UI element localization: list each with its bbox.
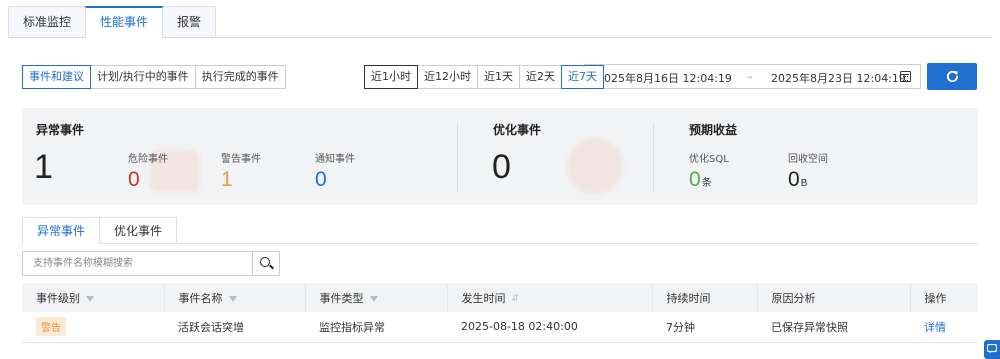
events-table: 事件级别 事件名称 事件类型 发生时间 ⇵ 持续时间 原因分析 操作 警告 活跃会… <box>22 283 978 343</box>
date-end[interactable]: 2025年8月23日 12:04:19 <box>771 70 906 86</box>
col-action: 操作 <box>910 283 978 312</box>
tab-standard-monitor[interactable]: 标准监控 <box>8 6 87 38</box>
col-occur-time[interactable]: 发生时间 ⇵ <box>447 283 653 312</box>
event-tabs-divider <box>22 243 978 244</box>
reclaim-space-label: 回收空间 <box>788 154 828 165</box>
refresh-icon <box>946 70 959 83</box>
col-event-type-label: 事件类型 <box>319 291 364 305</box>
chat-icon <box>987 344 997 354</box>
summary-divider-2 <box>653 122 654 192</box>
search-input[interactable] <box>23 252 252 275</box>
event-tabs: 异常事件 优化事件 <box>22 217 178 244</box>
date-range-picker[interactable]: 2025年8月16日 12:04:19 – 2025年8月23日 12:04:1… <box>584 64 921 89</box>
optimize-watermark-icon <box>567 138 623 194</box>
notice-events-label: 通知事件 <box>315 154 355 165</box>
col-event-level-label: 事件级别 <box>36 291 80 305</box>
event-search <box>22 251 280 276</box>
abnormal-events-total: 1 <box>34 148 53 186</box>
optimize-sql-count: 0条 <box>689 168 712 192</box>
warning-badge: 警告 <box>36 317 66 337</box>
reclaim-space-amount: 0B <box>788 168 807 192</box>
range-12h[interactable]: 近12小时 <box>417 65 478 89</box>
filter-icon[interactable] <box>86 295 94 302</box>
warning-events-count: 1 <box>221 168 233 191</box>
reclaim-space-unit: B <box>800 178 808 189</box>
cell-cause: 已保存异常快照 <box>757 312 910 343</box>
cell-time: 2025-08-18 02:40:00 <box>447 312 652 343</box>
table-header-row: 事件级别 事件名称 事件类型 发生时间 ⇵ 持续时间 原因分析 操作 <box>22 283 978 312</box>
optimize-events-total: 0 <box>492 148 511 186</box>
danger-events-label: 危险事件 <box>128 154 168 165</box>
calendar-icon[interactable] <box>900 71 911 82</box>
filter-events-suggestions[interactable]: 事件和建议 <box>22 65 91 89</box>
event-filter-group: 事件和建议 计划/执行中的事件 执行完成的事件 <box>22 65 286 89</box>
range-1h[interactable]: 近1小时 <box>364 65 418 89</box>
filter-icon[interactable] <box>228 295 237 302</box>
col-event-name[interactable]: 事件名称 <box>164 283 306 312</box>
tab-performance-events[interactable]: 性能事件 <box>85 6 164 38</box>
summary-panel: 异常事件 1 危险事件 0 警告事件 1 通知事件 0 优化事件 0 预期收益 … <box>22 108 978 205</box>
expected-gain-title: 预期收益 <box>689 123 738 137</box>
warning-events-label: 警告事件 <box>221 154 261 165</box>
tab-optimize-events[interactable]: 优化事件 <box>99 217 178 244</box>
details-link[interactable]: 详情 <box>924 321 946 334</box>
cell-type: 监控指标异常 <box>305 312 447 343</box>
col-occur-time-label: 发生时间 <box>461 291 506 305</box>
cell-name: 活跃会话突增 <box>164 312 305 343</box>
range-1d[interactable]: 近1天 <box>477 65 520 89</box>
chat-helper-button[interactable] <box>984 340 1000 359</box>
range-7d[interactable]: 近7天 <box>561 65 604 89</box>
sort-icon[interactable]: ⇵ <box>512 294 520 304</box>
col-event-level[interactable]: 事件级别 <box>22 283 165 312</box>
reclaim-space-value: 0 <box>788 168 800 191</box>
optimize-sql-label: 优化SQL <box>689 154 729 165</box>
optimize-sql-unit: 条 <box>701 178 712 189</box>
notice-events-count: 0 <box>315 168 327 191</box>
time-range-group: 近1小时 近12小时 近1天 近2天 近7天 <box>364 65 604 89</box>
cell-action: 详情 <box>910 312 978 343</box>
top-tabs: 标准监控 性能事件 报警 <box>8 6 217 38</box>
danger-events-count: 0 <box>128 168 140 191</box>
filter-completed[interactable]: 执行完成的事件 <box>194 65 286 89</box>
search-button[interactable] <box>252 252 279 275</box>
refresh-button[interactable] <box>927 63 977 90</box>
date-separator: – <box>747 70 753 83</box>
col-event-name-label: 事件名称 <box>178 291 223 305</box>
col-cause: 原因分析 <box>757 283 911 312</box>
cell-level: 警告 <box>22 312 164 343</box>
filter-icon[interactable] <box>369 295 378 302</box>
tab-abnormal-events[interactable]: 异常事件 <box>22 217 101 244</box>
optimize-sql-value: 0 <box>689 168 701 191</box>
tab-alarm[interactable]: 报警 <box>162 6 217 38</box>
range-2d[interactable]: 近2天 <box>519 65 562 89</box>
abnormal-events-title: 异常事件 <box>36 123 85 137</box>
summary-divider <box>457 122 458 192</box>
col-duration: 持续时间 <box>652 283 758 312</box>
search-icon-handle <box>269 264 274 270</box>
table-row: 警告 活跃会话突增 监控指标异常 2025-08-18 02:40:00 7分钟… <box>22 312 978 343</box>
cell-duration: 7分钟 <box>652 312 757 343</box>
col-event-type[interactable]: 事件类型 <box>305 283 448 312</box>
optimize-events-title: 优化事件 <box>493 123 542 137</box>
filter-planned-running[interactable]: 计划/执行中的事件 <box>90 65 196 89</box>
date-start[interactable]: 2025年8月16日 12:04:19 <box>597 70 732 86</box>
